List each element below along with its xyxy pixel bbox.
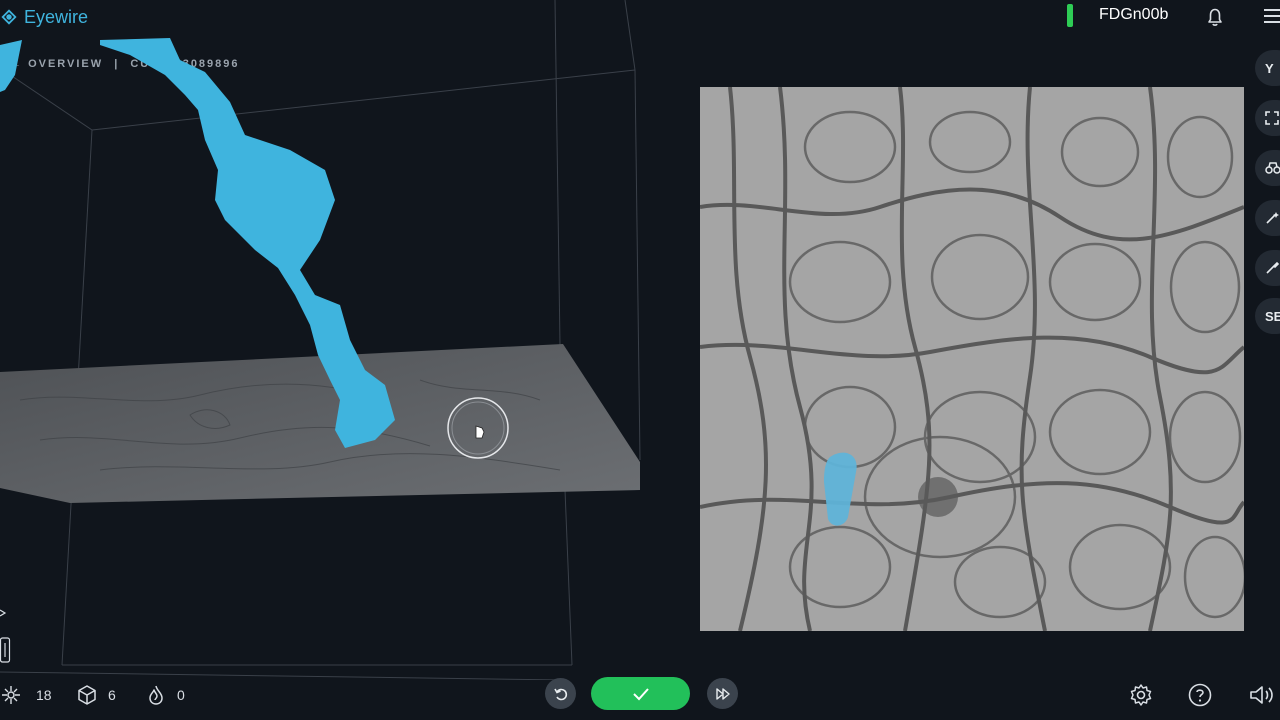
undo-icon — [553, 688, 567, 700]
cube-icon — [78, 685, 96, 705]
help-icon[interactable] — [1187, 682, 1213, 708]
em-slice-view[interactable] — [700, 87, 1244, 631]
bell-icon[interactable] — [1203, 5, 1227, 29]
username[interactable]: FDGn00b — [1099, 6, 1168, 24]
stat-cubes: 6 — [76, 684, 116, 706]
status-indicator — [1067, 4, 1073, 27]
hamburger-icon[interactable] — [1262, 6, 1280, 26]
submit-button[interactable] — [591, 677, 690, 710]
cube-count: 6 — [108, 687, 116, 703]
skip-button[interactable] — [707, 678, 738, 709]
paint-icon — [1266, 261, 1279, 274]
check-icon — [632, 687, 649, 700]
wand-icon — [1266, 212, 1279, 224]
rail-label-y: Y — [1265, 60, 1274, 76]
em-slice-plane — [0, 344, 640, 503]
settings-icon[interactable] — [1128, 682, 1154, 708]
rail-button-binoculars[interactable] — [1255, 150, 1280, 186]
rail-button-paint[interactable] — [1255, 250, 1280, 286]
trailblazer-count: 18 — [36, 687, 52, 703]
neuron-segment-fragment — [0, 40, 22, 92]
play-arrow-icon[interactable] — [0, 608, 8, 618]
rail-button-y[interactable]: Y — [1255, 50, 1280, 86]
layers-toggle-icon[interactable] — [0, 637, 12, 663]
rail-button-se[interactable]: SE — [1255, 298, 1280, 334]
stat-flame: 0 — [145, 684, 185, 706]
rail-button-wand[interactable] — [1255, 200, 1280, 236]
rail-button-fullscreen[interactable] — [1255, 100, 1280, 136]
fullscreen-icon — [1265, 111, 1279, 125]
trailblazer-icon — [2, 686, 20, 704]
binoculars-icon — [1265, 162, 1280, 174]
flame-count: 0 — [177, 687, 185, 703]
3d-viewport[interactable] — [0, 0, 660, 680]
fast-forward-icon — [715, 687, 730, 700]
undo-button[interactable] — [545, 678, 576, 709]
rail-label-se: SE — [1265, 308, 1280, 324]
em-slice-image — [700, 87, 1244, 631]
stat-trailblazer: 18 — [0, 684, 52, 706]
flame-icon — [149, 685, 163, 705]
audio-icon[interactable] — [1248, 682, 1274, 708]
